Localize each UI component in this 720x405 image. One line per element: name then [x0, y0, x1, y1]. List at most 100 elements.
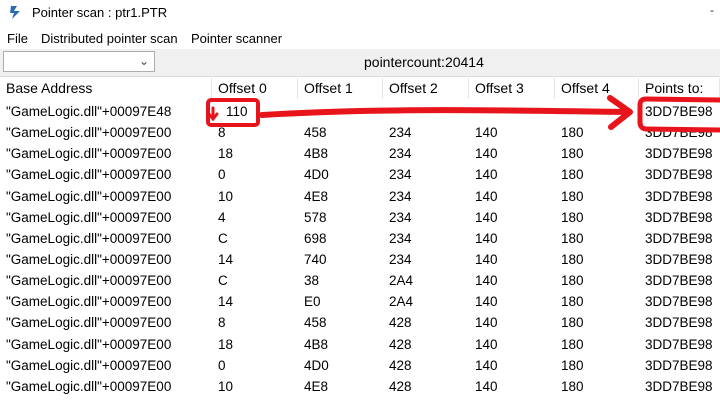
menu-distributed-pointer-scan[interactable]: Distributed pointer scan: [41, 31, 178, 46]
table-row[interactable]: "GameLogic.dll"+00097E00 0 4D0 234 140 1…: [0, 164, 720, 185]
cell-offset-4: 180: [561, 294, 584, 310]
cell-offset-4: 180: [561, 230, 584, 246]
cell-offset-3: 140: [475, 188, 498, 204]
column-offset-1[interactable]: Offset 1: [298, 78, 383, 99]
cell-offset-0: 8: [218, 315, 226, 331]
cell-offset-0: 8: [218, 125, 226, 141]
cell-offset-3: 140: [475, 230, 498, 246]
chevron-down-icon[interactable]: ⌄: [139, 54, 149, 68]
cell-offset-4: 180: [561, 357, 584, 373]
cell-offset-2: [383, 101, 469, 122]
cell-offset-1: 458: [304, 125, 327, 141]
cell-offset-1: 4D0: [304, 357, 329, 373]
cell-offset-2: 428: [389, 315, 412, 331]
column-points-to[interactable]: Points to:: [639, 78, 720, 99]
cell-offset-4: 180: [561, 273, 584, 289]
cell-offset-2: 234: [389, 146, 412, 162]
cell-offset-3: 140: [475, 378, 498, 394]
cell-offset-1: 4B8: [304, 146, 329, 162]
cell-offset-0: 10: [218, 188, 234, 204]
table-row[interactable]: "GameLogic.dll"+00097E00 10 4E8 234 140 …: [0, 186, 720, 207]
table-row[interactable]: "GameLogic.dll"+00097E00 14 740 234 140 …: [0, 249, 720, 270]
cell-base-address: "GameLogic.dll"+00097E00: [6, 294, 172, 310]
cell-points-to: 3DD7BE98: [645, 167, 713, 183]
table-row[interactable]: "GameLogic.dll"+00097E48 110 3DD7BE98: [0, 101, 720, 122]
cell-offset-3: 140: [475, 125, 498, 141]
cell-offset-4: 180: [561, 251, 584, 267]
table-row[interactable]: "GameLogic.dll"+00097E00 C 38 2A4 140 18…: [0, 270, 720, 291]
cell-offset-1: 698: [304, 230, 327, 246]
cell-offset-1: 4D0: [304, 167, 329, 183]
cell-base-address: "GameLogic.dll"+00097E00: [6, 273, 172, 289]
cell-offset-3: 140: [475, 357, 498, 373]
cell-offset-0: 14: [218, 294, 234, 310]
cell-offset-4: 180: [561, 167, 584, 183]
table-row[interactable]: "GameLogic.dll"+00097E00 10 4E8 428 140 …: [0, 376, 720, 397]
table-header: Base Address Offset 0 Offset 1 Offset 2 …: [0, 78, 720, 99]
table-row[interactable]: "GameLogic.dll"+00097E00 14 E0 2A4 140 1…: [0, 291, 720, 312]
cell-offset-3: 140: [475, 273, 498, 289]
table-row[interactable]: "GameLogic.dll"+00097E00 4 578 234 140 1…: [0, 207, 720, 228]
cell-offset-2: 2A4: [389, 273, 414, 289]
cell-points-to: 3DD7BE98: [645, 104, 713, 119]
cheat-engine-icon: [10, 6, 20, 19]
cell-offset-4: 180: [561, 336, 584, 352]
title-bar: Pointer scan : ptr1.PTR -: [0, 0, 720, 28]
cell-offset-3: 140: [475, 251, 498, 267]
table-row[interactable]: "GameLogic.dll"+00097E00 8 458 428 140 1…: [0, 312, 720, 333]
cell-offset-2: 234: [389, 125, 412, 141]
toolbar: ⌄ pointercount:20414: [0, 49, 720, 77]
cell-base-address: "GameLogic.dll"+00097E48: [6, 104, 172, 119]
cell-offset-1: 4B8: [304, 336, 329, 352]
cell-base-address: "GameLogic.dll"+00097E00: [6, 315, 172, 331]
cell-offset-2: 234: [389, 251, 412, 267]
cell-offset-3: 140: [475, 294, 498, 310]
cell-offset-2: 428: [389, 357, 412, 373]
cell-points-to: 3DD7BE98: [645, 315, 713, 331]
column-offset-2[interactable]: Offset 2: [383, 78, 469, 99]
menu-file[interactable]: File: [7, 31, 28, 46]
cell-points-to: 3DD7BE98: [645, 378, 713, 394]
cell-base-address: "GameLogic.dll"+00097E00: [6, 146, 172, 162]
cell-base-address: "GameLogic.dll"+00097E00: [6, 336, 172, 352]
cell-offset-1: 578: [304, 209, 327, 225]
cell-points-to: 3DD7BE98: [645, 125, 713, 141]
cell-offset-4: 180: [561, 146, 584, 162]
cell-points-to: 3DD7BE98: [645, 146, 713, 162]
menu-pointer-scanner[interactable]: Pointer scanner: [191, 31, 282, 46]
table-row[interactable]: "GameLogic.dll"+00097E00 C 698 234 140 1…: [0, 228, 720, 249]
cell-offset-1: 38: [304, 273, 320, 289]
cell-offset-0: 18: [218, 146, 234, 162]
cell-offset-0: 10: [218, 378, 234, 394]
minimize-button[interactable]: -: [710, 3, 714, 17]
cell-base-address: "GameLogic.dll"+00097E00: [6, 378, 172, 394]
cell-offset-4: 180: [561, 315, 584, 331]
cell-offset-0: 110: [226, 104, 248, 119]
cell-points-to: 3DD7BE98: [645, 336, 713, 352]
column-base-address[interactable]: Base Address: [0, 78, 212, 99]
cell-offset-4: 180: [561, 209, 584, 225]
cell-points-to: 3DD7BE98: [645, 230, 713, 246]
table-row[interactable]: "GameLogic.dll"+00097E00 18 4B8 428 140 …: [0, 334, 720, 355]
cell-base-address: "GameLogic.dll"+00097E00: [6, 167, 172, 183]
table-row[interactable]: "GameLogic.dll"+00097E00 8 458 234 140 1…: [0, 122, 720, 143]
cell-points-to: 3DD7BE98: [645, 251, 713, 267]
cell-offset-3: 140: [475, 336, 498, 352]
column-offset-0[interactable]: Offset 0: [212, 78, 298, 99]
scan-select-dropdown[interactable]: ⌄: [3, 51, 155, 72]
cell-offset-1: 4E8: [304, 188, 329, 204]
cell-base-address: "GameLogic.dll"+00097E00: [6, 125, 172, 141]
cell-offset-3: [469, 101, 555, 122]
cell-offset-2: 234: [389, 167, 412, 183]
cell-offset-2: 2A4: [389, 294, 414, 310]
cell-points-to: 3DD7BE98: [645, 357, 713, 373]
table-row[interactable]: "GameLogic.dll"+00097E00 0 4D0 428 140 1…: [0, 355, 720, 376]
column-offset-4[interactable]: Offset 4: [555, 78, 639, 99]
cell-base-address: "GameLogic.dll"+00097E00: [6, 230, 172, 246]
cell-base-address: "GameLogic.dll"+00097E00: [6, 251, 172, 267]
table-row[interactable]: "GameLogic.dll"+00097E00 18 4B8 234 140 …: [0, 143, 720, 164]
column-offset-3[interactable]: Offset 3: [469, 78, 555, 99]
cell-base-address: "GameLogic.dll"+00097E00: [6, 209, 172, 225]
cell-offset-2: 428: [389, 378, 412, 394]
cell-offset-4: 180: [561, 188, 584, 204]
